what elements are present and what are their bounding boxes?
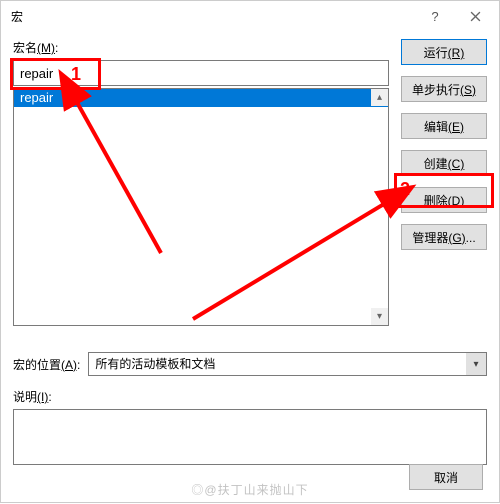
macro-location-label: 宏的位置(A): xyxy=(13,356,80,373)
dialog-title: 宏 xyxy=(11,8,415,25)
create-button[interactable]: 创建(C) xyxy=(401,150,487,176)
description-label: 说明(I): xyxy=(13,388,487,405)
macro-location-select[interactable]: 所有的活动模板和文档 ▾ xyxy=(88,352,487,376)
scroll-down-button[interactable]: ▾ xyxy=(371,308,388,325)
edit-button[interactable]: 编辑(E) xyxy=(401,113,487,139)
macro-dialog: 宏 ? 宏名(M): repair ▴ ▾ 运行(R) xyxy=(0,0,500,503)
description-input[interactable] xyxy=(13,409,487,465)
watermark: ◎@扶丁山来抛山下 xyxy=(191,481,308,498)
titlebar: 宏 ? xyxy=(1,1,499,31)
cancel-button[interactable]: 取消 xyxy=(409,464,483,490)
close-button[interactable] xyxy=(455,3,495,29)
list-item[interactable]: repair xyxy=(14,89,388,107)
button-column: 运行(R) 单步执行(S) 编辑(E) 创建(C) 删除(D) 管理器(G)..… xyxy=(401,39,487,326)
left-panel: 宏名(M): repair ▴ ▾ xyxy=(13,39,389,326)
step-button[interactable]: 单步执行(S) xyxy=(401,76,487,102)
close-icon xyxy=(470,11,481,22)
macro-location-row: 宏的位置(A): 所有的活动模板和文档 ▾ xyxy=(13,352,487,376)
organizer-button[interactable]: 管理器(G)... xyxy=(401,224,487,250)
chevron-down-icon: ▾ xyxy=(466,353,486,375)
macro-location-value: 所有的活动模板和文档 xyxy=(88,352,487,376)
scroll-up-button[interactable]: ▴ xyxy=(371,89,388,106)
macro-name-label: 宏名(M): xyxy=(13,39,389,56)
macro-name-input[interactable] xyxy=(13,60,389,86)
lower-panel: 宏的位置(A): 所有的活动模板和文档 ▾ 说明(I): xyxy=(1,352,499,465)
help-button[interactable]: ? xyxy=(415,3,455,29)
content-area: 宏名(M): repair ▴ ▾ 运行(R) 单步执行(S) 编辑(E) 创建… xyxy=(1,31,499,338)
dialog-footer: 取消 xyxy=(409,464,483,490)
run-button[interactable]: 运行(R) xyxy=(401,39,487,65)
delete-button[interactable]: 删除(D) xyxy=(401,187,487,213)
macro-list[interactable]: repair ▴ ▾ xyxy=(13,88,389,326)
